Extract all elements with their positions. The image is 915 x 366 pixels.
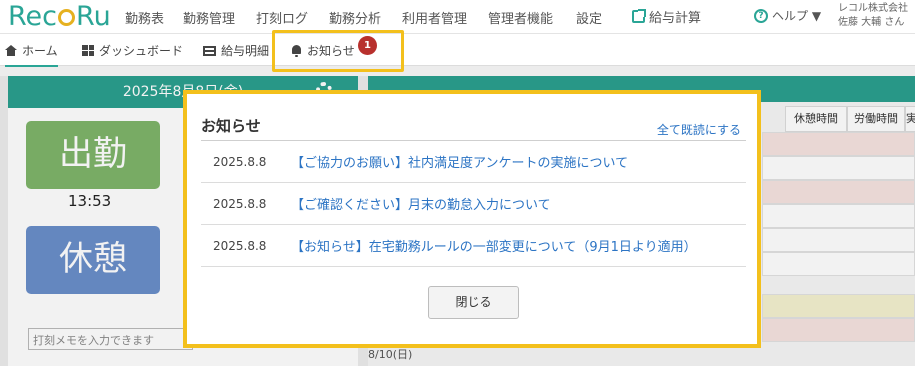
tab-home[interactable]: ホーム bbox=[5, 42, 58, 67]
tab-payslip-label: 給与明細 bbox=[221, 44, 270, 58]
notice-item[interactable]: 2025.8.8 【お知らせ】在宅勤務ルールの一部変更について（9月1日より適用… bbox=[201, 225, 746, 267]
nav-punch-log[interactable]: 打刻ログ bbox=[256, 8, 308, 27]
tab-home-label: ホーム bbox=[22, 44, 58, 58]
nav-schedule[interactable]: 勤務表 bbox=[125, 8, 164, 27]
nav-payroll[interactable]: 給与計算 bbox=[632, 7, 701, 26]
nav-admin-functions[interactable]: 管理者機能 bbox=[488, 8, 553, 27]
notice-item[interactable]: 2025.8.8 【ご確認ください】月末の勤怠入力について bbox=[201, 183, 746, 225]
notice-date: 2025.8.8 bbox=[213, 154, 267, 169]
payslip-icon bbox=[203, 45, 216, 56]
notice-date: 2025.8.8 bbox=[213, 196, 267, 211]
external-link-icon bbox=[632, 9, 646, 23]
tab-dashboard-label: ダッシュボード bbox=[99, 44, 184, 58]
dialog-title: お知らせ bbox=[201, 117, 261, 135]
help-menu[interactable]: ? ヘルプ ▼ bbox=[754, 7, 821, 24]
nav-attendance-analysis[interactable]: 勤務分析 bbox=[329, 8, 381, 27]
tab-payslip[interactable]: 給与明細 bbox=[203, 42, 269, 59]
notice-link[interactable]: 【ご確認ください】月末の勤怠入力について bbox=[291, 194, 551, 213]
user-name: 佐藤 大輔 さん bbox=[838, 17, 905, 28]
company-name: レコル株式会社 bbox=[838, 3, 908, 14]
home-icon bbox=[5, 45, 17, 56]
help-label: ヘルプ ▼ bbox=[772, 9, 822, 23]
mark-all-read-link[interactable]: 全て既読にする bbox=[657, 121, 741, 138]
nav-user-management[interactable]: 利用者管理 bbox=[402, 8, 467, 27]
notices-tab-highlight bbox=[272, 30, 404, 72]
nav-attendance-management[interactable]: 勤務管理 bbox=[183, 8, 235, 27]
notice-link[interactable]: 【ご協力のお願い】社内満足度アンケートの実施について bbox=[291, 152, 628, 171]
nav-settings[interactable]: 設定 bbox=[576, 8, 602, 27]
tab-dashboard[interactable]: ダッシュボード bbox=[82, 42, 183, 59]
account-info[interactable]: レコル株式会社 佐藤 大輔 さん bbox=[838, 2, 908, 30]
top-nav: Rec Ru 勤務表 勤務管理 打刻ログ 勤務分析 利用者管理 管理者機能 設定 … bbox=[0, 0, 915, 34]
notices-dialog: お知らせ 全て既読にする 2025.8.8 【ご協力のお願い】社内満足度アンケー… bbox=[183, 90, 761, 348]
nav-payroll-label: 給与計算 bbox=[649, 11, 702, 26]
notice-date: 2025.8.8 bbox=[213, 238, 267, 253]
notice-item[interactable]: 2025.8.8 【ご協力のお願い】社内満足度アンケートの実施について bbox=[201, 141, 746, 183]
notice-link[interactable]: 【お知らせ】在宅勤務ルールの一部変更について（9月1日より適用） bbox=[291, 236, 697, 255]
close-button[interactable]: 閉じる bbox=[428, 286, 519, 319]
dashboard-icon bbox=[82, 45, 94, 56]
help-icon: ? bbox=[754, 8, 768, 23]
sub-nav: ホーム ダッシュボード 給与明細 お知らせ bbox=[0, 34, 915, 67]
recoru-logo[interactable]: Rec Ru bbox=[8, 1, 111, 32]
